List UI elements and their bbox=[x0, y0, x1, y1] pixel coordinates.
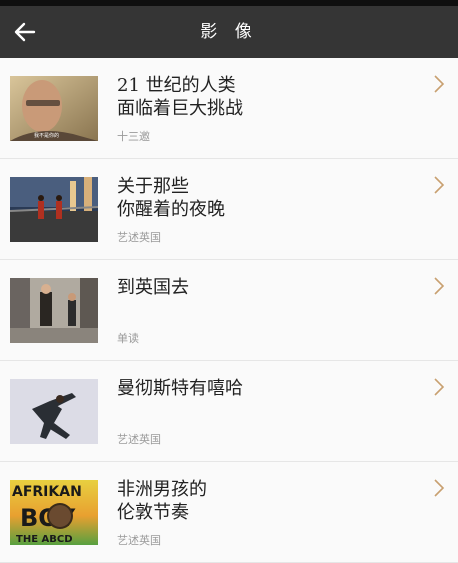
chevron-right-icon bbox=[434, 277, 445, 295]
item-title: 曼彻斯特有嘻哈 bbox=[117, 378, 243, 399]
chevron-right-icon bbox=[434, 176, 445, 194]
list-item[interactable]: AFRIKAN BOY THE ABCD 非洲男孩的 伦敦节奏 艺述英国 bbox=[0, 462, 458, 563]
thumb-text: AFRIKAN bbox=[12, 484, 82, 500]
item-source: 单读 bbox=[117, 332, 139, 345]
app-header: 影 像 bbox=[0, 6, 458, 58]
video-thumbnail bbox=[10, 278, 98, 343]
video-thumbnail bbox=[10, 177, 98, 242]
list-item[interactable]: 关于那些 你醒着的夜晚 艺述英国 bbox=[0, 159, 458, 260]
list-item[interactable]: 到英国去 单读 bbox=[0, 260, 458, 361]
item-title: 21 世纪的人类 面临着巨大挑战 bbox=[117, 75, 243, 119]
chevron-right-icon bbox=[434, 479, 445, 497]
item-source: 艺述英国 bbox=[117, 231, 161, 244]
chevron-right-icon bbox=[434, 378, 445, 396]
thumb-caption: 我不是你的 bbox=[34, 132, 59, 139]
item-source: 艺述英国 bbox=[117, 433, 161, 446]
chevron-right-icon bbox=[434, 75, 445, 93]
item-source: 十三邀 bbox=[117, 130, 150, 143]
thumb-text: THE ABCD bbox=[16, 534, 73, 545]
item-title: 到英国去 bbox=[117, 277, 189, 298]
video-thumbnail bbox=[10, 379, 98, 444]
video-list: 我不是你的 21 世纪的人类 面临着巨大挑战 十三邀 关于那些 你醒着的夜晚 艺… bbox=[0, 58, 458, 563]
item-source: 艺述英国 bbox=[117, 534, 161, 547]
list-item[interactable]: 我不是你的 21 世纪的人类 面临着巨大挑战 十三邀 bbox=[0, 58, 458, 159]
video-thumbnail: AFRIKAN BOY THE ABCD bbox=[10, 480, 98, 545]
page-title: 影 像 bbox=[200, 22, 258, 42]
item-title: 关于那些 你醒着的夜晚 bbox=[117, 176, 225, 220]
item-title: 非洲男孩的 伦敦节奏 bbox=[117, 479, 207, 523]
video-thumbnail: 我不是你的 bbox=[10, 76, 98, 141]
list-item[interactable]: 曼彻斯特有嘻哈 艺述英国 bbox=[0, 361, 458, 462]
